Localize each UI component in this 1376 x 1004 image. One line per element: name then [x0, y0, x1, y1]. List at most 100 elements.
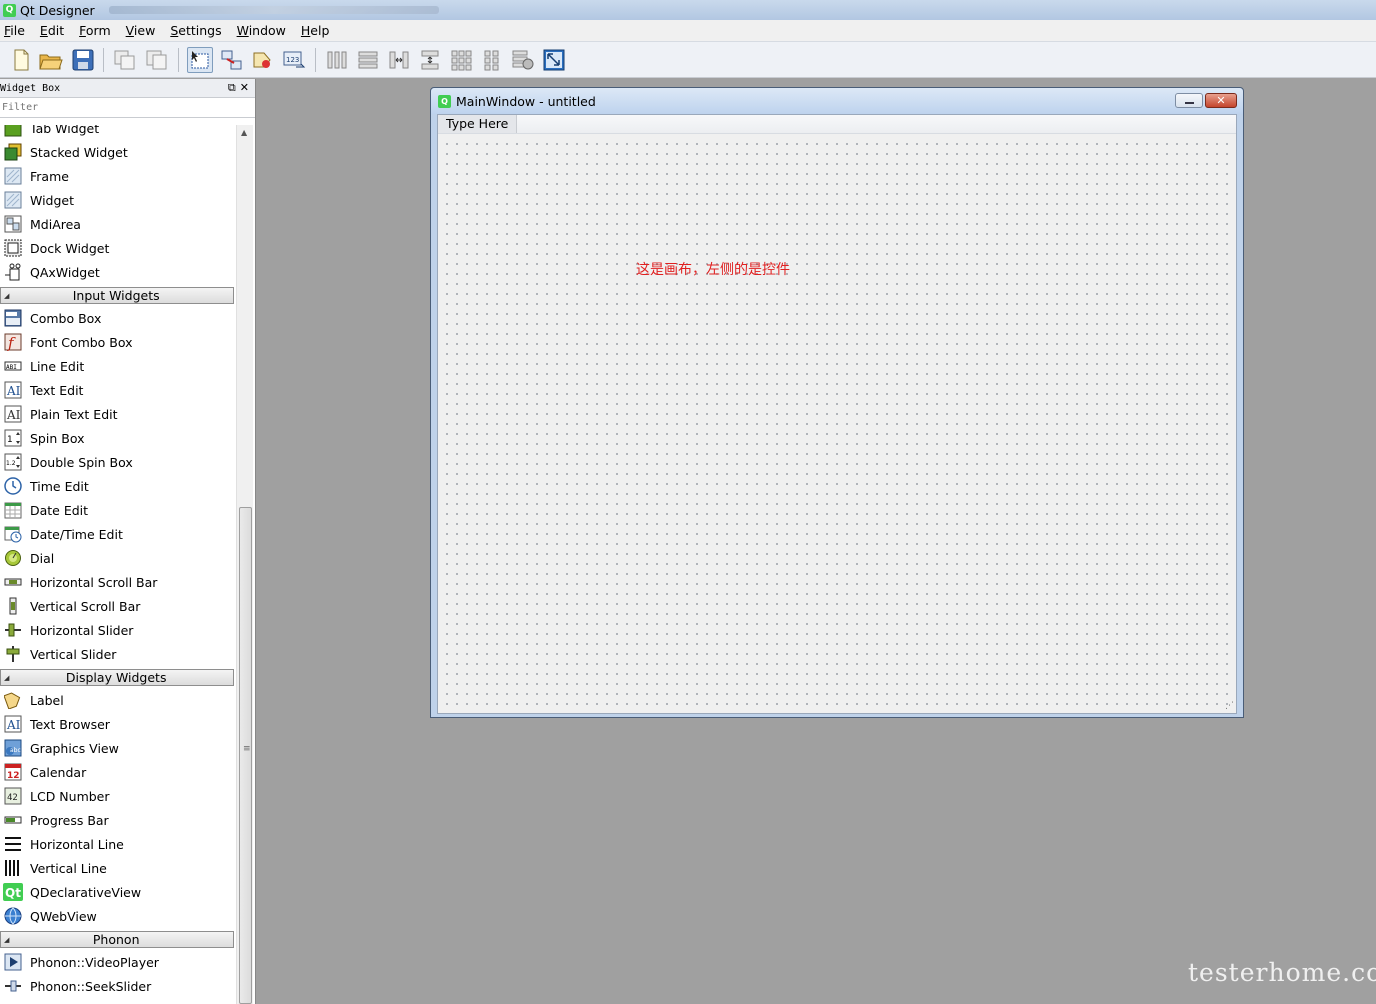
widget-item-label: Frame — [30, 168, 69, 184]
widget-item-text-edit[interactable]: AI Text Edit — [0, 378, 236, 402]
widget-item-plain-text-edit[interactable]: AI Plain Text Edit — [0, 402, 236, 426]
widget-item-qdeclarativeview[interactable]: Qt QDeclarativeView — [0, 880, 236, 904]
paste-button[interactable] — [144, 47, 170, 73]
widget-item-date-time-edit[interactable]: Date/Time Edit — [0, 522, 236, 546]
category-header[interactable]: ◢ Phonon — [0, 931, 234, 948]
widget-item-graphics-view[interactable]: abc Graphics View — [0, 736, 236, 760]
frame-icon — [3, 166, 23, 186]
volume-slider-icon — [3, 1000, 23, 1004]
widget-item-time-edit[interactable]: Time Edit — [0, 474, 236, 498]
widget-box-header: Widget Box ⧉ ✕ — [0, 79, 255, 98]
widget-item-label: QWebView — [30, 908, 97, 924]
menu-form[interactable]: Form — [79, 23, 111, 38]
menu-help[interactable]: Help — [301, 23, 330, 38]
new-form-button[interactable] — [8, 47, 34, 73]
widget-item-widget[interactable]: Widget — [0, 188, 236, 212]
widget-item-qaxwidget[interactable]: QAxWidget — [0, 260, 236, 284]
seek-slider-icon — [3, 976, 23, 996]
widget-item-qwebview[interactable]: QWebView — [0, 904, 236, 928]
widget-item-label[interactable]: Label — [0, 688, 236, 712]
horizontal-splitter-icon — [389, 51, 409, 69]
widget-list-scrollbar[interactable]: ▲ ≡ — [236, 125, 253, 1004]
widget-item-stacked-widget[interactable]: Stacked Widget — [0, 140, 236, 164]
app-title-bar[interactable]: Q Qt Designer — [0, 0, 1376, 20]
layout-form-button[interactable] — [479, 47, 505, 73]
scrollbar-thumb[interactable]: ≡ — [239, 507, 252, 1004]
edit-buddies-button[interactable] — [250, 47, 276, 73]
widget-item-font-combo-box[interactable]: f Font Combo Box — [0, 330, 236, 354]
widget-item-date-edit[interactable]: Date Edit — [0, 498, 236, 522]
widget-item-tab-widget[interactable]: Tab Widget — [0, 125, 236, 140]
widget-item-vertical-scroll-bar[interactable]: Vertical Scroll Bar — [0, 594, 236, 618]
category-header[interactable]: ◢ Input Widgets — [0, 287, 234, 304]
copy-button[interactable] — [112, 47, 138, 73]
widget-item-vertical-slider[interactable]: Vertical Slider — [0, 642, 236, 666]
size-grip-icon[interactable]: ⋰ — [1225, 701, 1234, 711]
close-icon[interactable]: ✕ — [240, 81, 249, 95]
horizontal-slider-icon — [3, 620, 23, 640]
widget-item-vertical-line[interactable]: Vertical Line — [0, 856, 236, 880]
dial-icon — [3, 548, 23, 568]
layout-horizontally-button[interactable] — [324, 47, 350, 73]
menu-window[interactable]: Window — [237, 23, 286, 38]
svg-text:Qt: Qt — [5, 886, 21, 900]
copy-icon — [114, 50, 135, 70]
spin-box-icon: 1 — [3, 428, 23, 448]
form-window-title-bar[interactable]: Q MainWindow - untitled ✕ — [431, 88, 1243, 114]
save-form-button[interactable] — [70, 47, 96, 73]
widget-item-phonon-volumeslider[interactable]: Phonon::VolumeSlider — [0, 998, 236, 1004]
open-form-button[interactable] — [38, 47, 64, 73]
widget-item-lcd-number[interactable]: 42 LCD Number — [0, 784, 236, 808]
filter-input[interactable] — [2, 98, 250, 117]
widget-item-horizontal-scroll-bar[interactable]: Horizontal Scroll Bar — [0, 570, 236, 594]
edit-tab-order-button[interactable]: 123 — [281, 47, 307, 73]
layout-vertically-button[interactable] — [355, 47, 381, 73]
widget-item-dial[interactable]: Dial — [0, 546, 236, 570]
widget-item-phonon-seekslider[interactable]: Phonon::SeekSlider — [0, 974, 236, 998]
widget-item-combo-box[interactable]: Combo Box — [0, 306, 236, 330]
widget-item-horizontal-line[interactable]: Horizontal Line — [0, 832, 236, 856]
play-icon — [3, 952, 23, 972]
toolbar-separator — [103, 48, 104, 72]
menu-label: elp — [310, 23, 330, 38]
form-window[interactable]: Q MainWindow - untitled ✕ Type Here 这是画布… — [430, 87, 1244, 718]
category-header[interactable]: ◢ Display Widgets — [0, 669, 234, 686]
svg-text:12: 12 — [7, 771, 20, 781]
menu-file[interactable]: File — [4, 23, 25, 38]
widget-item-frame[interactable]: Frame — [0, 164, 236, 188]
type-here-menu-placeholder[interactable]: Type Here — [438, 115, 518, 133]
layout-grid-button[interactable] — [448, 47, 474, 73]
buddy-tag-icon — [253, 52, 271, 68]
svg-text:123: 123 — [286, 56, 299, 64]
widget-item-progress-bar[interactable]: Progress Bar — [0, 808, 236, 832]
widget-item-text-browser[interactable]: AI Text Browser — [0, 712, 236, 736]
widget-item-dock-widget[interactable]: Dock Widget — [0, 236, 236, 260]
menu-label: ettings — [178, 23, 222, 38]
edit-widgets-mode-button[interactable] — [187, 47, 213, 73]
close-button[interactable]: ✕ — [1205, 93, 1237, 108]
float-dock-icon[interactable]: ⧉ — [228, 81, 236, 95]
widget-item-line-edit[interactable]: ABI Line Edit — [0, 354, 236, 378]
scroll-up-arrow-icon[interactable]: ▲ — [241, 128, 247, 137]
widget-item-spin-box[interactable]: 1 Spin Box — [0, 426, 236, 450]
minimize-button[interactable] — [1175, 93, 1203, 108]
menu-settings[interactable]: Settings — [170, 23, 221, 38]
break-layout-button[interactable] — [510, 47, 536, 73]
widget-item-horizontal-slider[interactable]: Horizontal Slider — [0, 618, 236, 642]
menu-view[interactable]: View — [126, 23, 156, 38]
svg-text:AI: AI — [6, 384, 21, 398]
calendar-grid-icon — [3, 500, 23, 520]
widget-item-calendar[interactable]: 12 Calendar — [0, 760, 236, 784]
menu-edit[interactable]: Edit — [40, 23, 64, 38]
widget-item-phonon-videoplayer[interactable]: Phonon::VideoPlayer — [0, 950, 236, 974]
widget-item-mdiarea[interactable]: MdiArea — [0, 212, 236, 236]
widget-item-double-spin-box[interactable]: 1.2 Double Spin Box — [0, 450, 236, 474]
layout-horizontal-splitter-button[interactable] — [386, 47, 412, 73]
form-canvas[interactable]: 这是画布，左侧的是控件 ⋰ — [438, 135, 1236, 713]
svg-text:AI: AI — [6, 408, 21, 422]
edit-signals-slots-button[interactable] — [219, 47, 245, 73]
adjust-size-button[interactable] — [541, 47, 567, 73]
layout-vertical-splitter-button[interactable] — [417, 47, 443, 73]
vertical-scroll-bar-icon — [3, 596, 23, 616]
text-edit-icon: AI — [3, 380, 23, 400]
